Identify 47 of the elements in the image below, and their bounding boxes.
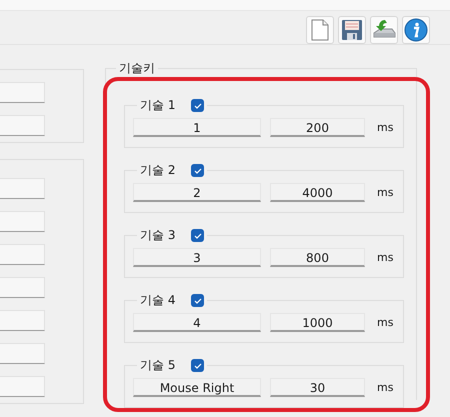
toolbar-button[interactable] [338, 16, 366, 44]
check-icon [194, 102, 202, 108]
unit-label: ms [377, 121, 394, 134]
skill-label: 기술 1 [140, 97, 176, 114]
delay-field[interactable]: 30 [270, 378, 365, 397]
check-icon [194, 298, 202, 304]
skill-label: 기술 5 [140, 357, 176, 374]
input-field[interactable] [0, 115, 45, 136]
group-title: 기술키 [118, 60, 156, 77]
check-icon [194, 362, 202, 368]
checkbox[interactable] [191, 229, 204, 242]
document-icon [311, 19, 329, 41]
key-field[interactable]: Mouse Right [133, 378, 261, 397]
unit-label: ms [377, 316, 394, 329]
delay-field[interactable]: 4000 [270, 183, 365, 202]
input-field[interactable] [0, 376, 45, 397]
check-icon [194, 232, 202, 238]
delay-field[interactable]: 200 [270, 118, 365, 137]
info-icon [404, 18, 428, 42]
checkbox[interactable] [191, 294, 204, 307]
key-field[interactable]: 4 [133, 313, 261, 332]
skill-label: 기술 3 [140, 227, 176, 244]
skill-label: 기술 2 [140, 162, 176, 179]
checkbox[interactable] [191, 99, 204, 112]
input-field[interactable] [0, 82, 45, 103]
delay-field[interactable]: 800 [270, 248, 365, 267]
checkbox[interactable] [191, 164, 204, 177]
unit-label: ms [377, 186, 394, 199]
input-field[interactable] [0, 211, 45, 232]
input-field[interactable] [0, 244, 45, 265]
key-field[interactable]: 1 [133, 118, 261, 137]
floppy-icon [341, 19, 363, 41]
delay-field[interactable]: 1000 [270, 313, 365, 332]
toolbar-button[interactable] [402, 16, 430, 44]
skill-label: 기술 4 [140, 292, 176, 309]
unit-label: ms [377, 381, 394, 394]
key-field[interactable]: 2 [133, 183, 261, 202]
toolbar-button[interactable] [306, 16, 334, 44]
input-field[interactable] [0, 178, 45, 199]
toolbar-button[interactable] [370, 16, 398, 44]
input-field[interactable] [0, 310, 45, 331]
input-field[interactable] [0, 343, 45, 364]
input-field[interactable] [0, 277, 45, 298]
checkbox[interactable] [191, 359, 204, 372]
check-icon [194, 168, 202, 174]
unit-label: ms [377, 251, 394, 264]
key-field[interactable]: 3 [133, 248, 261, 267]
